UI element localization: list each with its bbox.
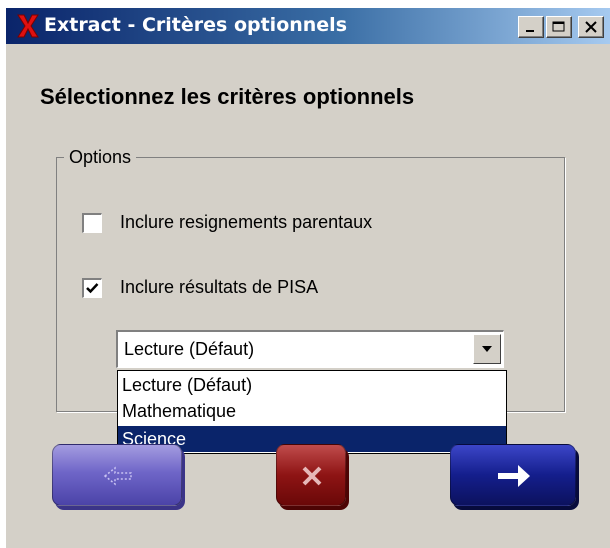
minimize-icon (526, 30, 534, 32)
next-button[interactable] (450, 444, 576, 506)
pisa-results-checkbox[interactable] (82, 278, 102, 298)
parental-info-checkbox[interactable] (82, 213, 102, 233)
title-bar[interactable]: Extract - Critères optionnels (6, 8, 610, 44)
close-icon (585, 21, 597, 33)
window-title: Extract - Critères optionnels (44, 14, 348, 36)
back-button[interactable] (52, 444, 182, 506)
dropdown-list: Lecture (Défaut) Mathematique Science (117, 370, 507, 454)
pisa-results-label[interactable]: Inclure résultats de PISA (120, 277, 318, 298)
arrow-left-icon (103, 466, 132, 486)
cancel-button[interactable] (276, 444, 346, 506)
pisa-subject-select[interactable]: Lecture (Défaut) (116, 330, 504, 368)
page-heading: Sélectionnez les critères optionnels (40, 84, 415, 109)
app-logo-icon (16, 13, 40, 39)
maximize-button[interactable] (546, 16, 572, 38)
select-value: Lecture (Défaut) (124, 339, 255, 359)
options-group-label: Options (64, 147, 137, 168)
checkmark-icon (86, 283, 99, 294)
dialog-window: Extract - Critères optionnels Sélectionn… (6, 8, 610, 548)
chevron-down-icon (482, 346, 492, 352)
dropdown-toggle-button[interactable] (473, 334, 501, 364)
dropdown-option-mathematique[interactable]: Mathematique (118, 398, 506, 424)
close-icon (302, 466, 322, 486)
parental-info-label[interactable]: Inclure resignements parentaux (120, 212, 372, 233)
close-window-button[interactable] (578, 16, 604, 38)
minimize-button[interactable] (518, 16, 544, 38)
arrow-right-icon (498, 465, 530, 487)
maximize-icon (552, 21, 565, 32)
dropdown-option-lecture[interactable]: Lecture (Défaut) (118, 372, 506, 398)
